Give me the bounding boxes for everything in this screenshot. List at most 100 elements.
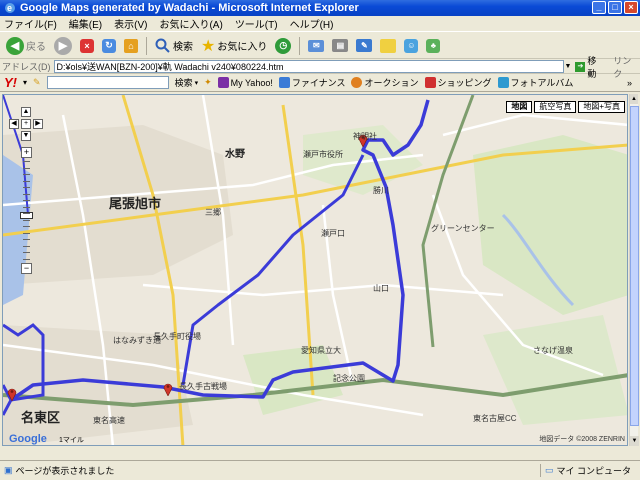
mail-icon: ✉ <box>308 39 325 52</box>
star-icon: ★ <box>201 37 216 55</box>
map-marker-icon[interactable] <box>7 387 17 401</box>
yahoo-item-finance[interactable]: ファイナンス <box>278 76 346 89</box>
zoom-out-button[interactable]: − <box>21 263 32 274</box>
menu-file[interactable]: ファイル(F) <box>4 16 57 31</box>
zoom-tick <box>23 174 30 175</box>
yahoo-search-input[interactable] <box>46 76 169 89</box>
home-button[interactable]: ⌂ <box>122 35 140 57</box>
map-label-road: 東名高速 <box>93 416 125 425</box>
zoom-in-button[interactable]: + <box>21 147 32 158</box>
maximize-button[interactable]: □ <box>608 1 622 14</box>
pan-center-icon[interactable]: + <box>21 119 31 129</box>
menu-bar: ファイル(F) 編集(E) 表示(V) お気に入り(A) ツール(T) ヘルプ(… <box>0 16 640 32</box>
map-marker-icon[interactable] <box>163 382 173 396</box>
yahoo-menu-icon[interactable]: ▾ <box>23 78 27 87</box>
pan-control: ▲ ◀ + ▶ ▼ <box>9 107 43 141</box>
ie-icon: e <box>5 3 15 13</box>
shopping-icon <box>424 77 436 88</box>
map-type-satellite-button[interactable]: 航空写真 <box>534 101 577 113</box>
address-input[interactable]: D:¥ols¥送WAN[BZN-200]¥軌 Wadachi v240¥0802… <box>53 60 564 73</box>
map-label-place: 瀬戸市役所 <box>303 150 343 159</box>
pan-up-icon[interactable]: ▲ <box>21 107 31 117</box>
messenger-icon: ☺ <box>404 38 419 53</box>
map-label-city: 尾張旭市 <box>109 196 162 211</box>
search-icon <box>155 38 170 53</box>
myyahoo-icon <box>217 77 229 88</box>
map-label-place: 水野 <box>225 149 245 160</box>
scroll-down-icon[interactable]: ▼ <box>630 436 639 446</box>
map-label-place: グリーンセンター <box>431 224 495 233</box>
print-button[interactable]: ▤ <box>330 35 350 57</box>
edit-icon: ✎ <box>356 39 373 52</box>
computer-icon: ▭ <box>545 465 554 475</box>
toolbar-overflow-icon[interactable]: » <box>627 78 632 88</box>
edit-button[interactable]: ✎ <box>354 35 374 57</box>
refresh-icon: ↻ <box>102 38 116 53</box>
close-button[interactable]: × <box>624 1 638 14</box>
menu-view[interactable]: 表示(V) <box>114 16 147 31</box>
minimize-button[interactable]: _ <box>592 1 606 14</box>
zoom-tick <box>23 226 30 227</box>
highlight-icon[interactable]: ✦ <box>204 77 212 88</box>
zoom-tick <box>23 187 30 188</box>
address-dropdown-icon[interactable]: ▼ <box>565 63 572 70</box>
map-label-place: 長久手古戦場 <box>179 382 227 391</box>
map-type-hybrid-button[interactable]: 地図+写真 <box>578 101 625 113</box>
status-text: ページが表示されました <box>15 466 115 476</box>
yahoo-item-label: ファイナンス <box>291 78 346 88</box>
zoom-tick <box>23 180 30 182</box>
yahoo-item-photo[interactable]: フォトアルバム <box>497 76 574 89</box>
scrollbar-thumb[interactable] <box>630 106 639 426</box>
address-bar: アドレス(D) D:¥ols¥送WAN[BZN-200]¥軌 Wadachi v… <box>0 56 640 79</box>
pan-left-icon[interactable]: ◀ <box>9 119 19 129</box>
map-canvas[interactable]: 尾張旭市 名東区 水野 瀬戸口 山口 グリーンセンター 長久手古戦場 瀬戸市役所… <box>3 95 627 445</box>
window-title: Google Maps generated by Wadachi - Micro… <box>20 2 359 14</box>
yahoo-item-label: フォトアルバム <box>510 78 574 88</box>
yahoo-item-auction[interactable]: オークション <box>351 76 419 89</box>
security-zone: ▭ マイ コンピュータ <box>540 464 640 477</box>
zoom-slider[interactable] <box>20 158 33 263</box>
stop-button[interactable]: × <box>78 35 96 57</box>
messenger-button[interactable]: ☺ <box>402 35 420 57</box>
home-icon: ⌂ <box>124 38 138 53</box>
favorites-button[interactable]: ★ お気に入り <box>199 35 269 57</box>
menu-tools[interactable]: ツール(T) <box>235 16 278 31</box>
toolbar: ◀ 戻る ▶ × ↻ ⌂ 検索 ★ お気に入り ◷ ✉ ▤ ✎ ☺ ♣ <box>0 33 640 59</box>
stop-icon: × <box>80 38 94 53</box>
refresh-button[interactable]: ↻ <box>100 35 118 57</box>
pencil-icon[interactable]: ✎ <box>33 77 41 88</box>
map-type-map-button[interactable]: 地図 <box>506 101 533 113</box>
vertical-scrollbar[interactable]: ▲ ▼ <box>629 94 639 446</box>
research-button[interactable]: ♣ <box>424 35 442 57</box>
forward-button[interactable]: ▶ <box>52 35 74 57</box>
yahoo-item-shopping[interactable]: ショッピング <box>424 76 492 89</box>
back-button[interactable]: ◀ 戻る <box>4 35 48 57</box>
pan-down-icon[interactable]: ▼ <box>21 131 31 141</box>
yahoo-logo[interactable]: Y! <box>4 75 17 90</box>
mail-button[interactable]: ✉ <box>306 35 326 57</box>
yahoo-item-label: My Yahoo! <box>230 77 273 88</box>
discuss-button[interactable] <box>378 35 398 57</box>
map-label-place: 長久手町役場 <box>153 332 201 341</box>
menu-favorites[interactable]: お気に入り(A) <box>159 16 222 31</box>
map-type-selector: 地図 航空写真 地図+写真 <box>504 101 625 113</box>
menu-edit[interactable]: 編集(E) <box>69 16 102 31</box>
yahoo-item-myyahoo[interactable]: My Yahoo! <box>217 77 273 88</box>
address-value: D:¥ols¥送WAN[BZN-200]¥軌 Wadachi v240¥0802… <box>56 62 284 72</box>
zoom-tick <box>23 161 30 162</box>
title-bar: e Google Maps generated by Wadachi - Mic… <box>0 0 640 16</box>
google-logo[interactable]: Google <box>9 433 47 445</box>
yahoo-search-button[interactable]: 検索 ▾ <box>175 76 199 89</box>
zone-text: マイ コンピュータ <box>556 466 632 476</box>
search-button[interactable]: 検索 <box>153 35 195 57</box>
map-label-place: 勝川 <box>373 186 389 195</box>
menu-help[interactable]: ヘルプ(H) <box>290 16 334 31</box>
history-button[interactable]: ◷ <box>273 35 293 57</box>
pan-right-icon[interactable]: ▶ <box>33 119 43 129</box>
zoom-tick <box>23 206 30 208</box>
map-label-place: 三郷 <box>205 208 221 217</box>
map-scale: 1マイル <box>59 437 84 444</box>
scroll-up-icon[interactable]: ▲ <box>630 94 638 104</box>
zoom-tick <box>23 167 30 169</box>
zoom-tick <box>23 252 30 253</box>
